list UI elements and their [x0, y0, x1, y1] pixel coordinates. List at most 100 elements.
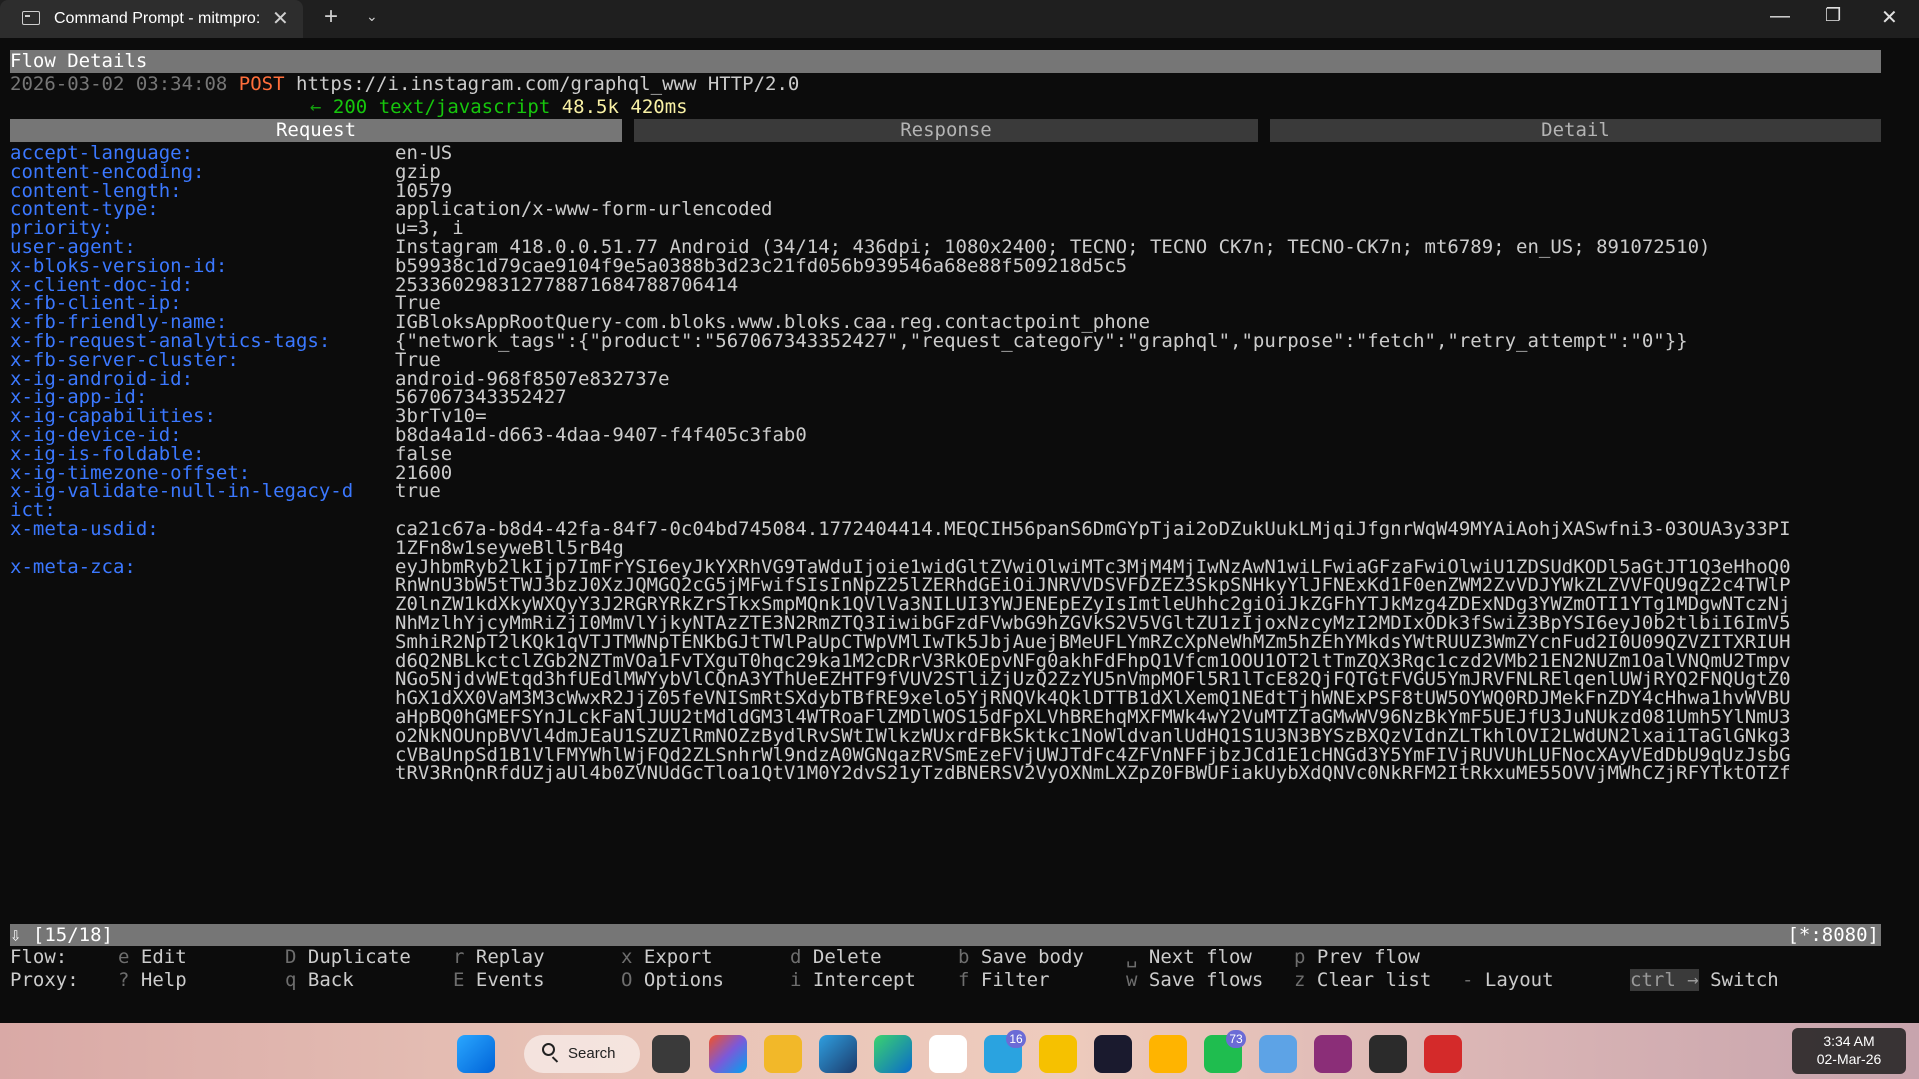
keybinding-layout: - Layout [1462, 969, 1554, 992]
keybinding-key: D [285, 946, 297, 968]
keybinding-description: Help [129, 969, 187, 991]
tab-request[interactable]: Request [10, 119, 622, 142]
keybinding-delete: d Delete [790, 946, 882, 969]
keybinding-duplicate: D Duplicate [285, 946, 411, 969]
keybinding-prev-flow: p Prev flow [1294, 946, 1420, 969]
keybinding-key: ? [118, 969, 130, 991]
minimize-button[interactable]: — [1770, 5, 1790, 28]
clock-time: 3:34 AM [1823, 1033, 1875, 1049]
microsoft-365-icon[interactable] [709, 1035, 747, 1073]
keybinding-replay: r Replay [453, 946, 545, 969]
windows-start-icon[interactable] [457, 1035, 495, 1073]
keybinding-description: Next flow [1137, 946, 1252, 968]
tab-title: Command Prompt - mitmpro: [54, 10, 261, 27]
command-prompt-icon [22, 11, 40, 25]
proxy-keys-label: Proxy: [10, 969, 79, 991]
keybinding-key: E [453, 969, 465, 991]
keybinding-key: ctrl → [1630, 969, 1699, 991]
tab-dropdown-icon[interactable]: ⌄ [366, 8, 378, 25]
keybinding-next-flow: ␣ Next flow [1126, 946, 1252, 969]
keybinding-key: b [958, 946, 970, 968]
keybinding-edit: e Edit [118, 946, 187, 969]
status-bar: ⇩ [15/18] [*:8080] [10, 924, 1881, 946]
clock-date: 02-Mar-26 [1816, 1051, 1882, 1067]
keybinding-key: w [1126, 969, 1138, 991]
keybinding-help: ? Help [118, 969, 187, 992]
keybinding-key: i [790, 969, 802, 991]
remote-desktop-icon[interactable] [1259, 1035, 1297, 1073]
edge-dev-icon[interactable] [819, 1035, 857, 1073]
flow-response-line: ← 200 text/javascript 48.5k 420ms [310, 96, 688, 119]
azure-icon[interactable] [1094, 1035, 1132, 1073]
keybinding-options: O Options [621, 969, 724, 992]
winrar-icon[interactable] [1314, 1035, 1352, 1073]
window-title-bar: Command Prompt - mitmpro: ✕ + ⌄ — ❐ ✕ [0, 0, 1919, 38]
microsoft-store-icon[interactable] [929, 1035, 967, 1073]
keybinding-description: Filter [969, 969, 1050, 991]
keybinding-description: Edit [129, 946, 187, 968]
flow-method: POST [238, 73, 285, 95]
whatsapp-unread-badge: 73 [1226, 1030, 1246, 1048]
response-status: 200 [332, 96, 368, 118]
keybinding-description: Switch [1698, 969, 1779, 991]
keybinding-description: Export [632, 946, 713, 968]
keybinding-key: x [621, 946, 633, 968]
keybinding-key: r [453, 946, 465, 968]
keybinding-description: Save flows [1137, 969, 1264, 991]
tab-response[interactable]: Response [634, 119, 1258, 142]
task-view-icon[interactable] [652, 1035, 690, 1073]
response-arrow-icon: ← [310, 96, 322, 118]
file-explorer-icon[interactable] [764, 1035, 802, 1073]
keybinding-key: - [1462, 969, 1474, 991]
keybinding-back: q Back [285, 969, 354, 992]
keybinding-description: Layout [1473, 969, 1554, 991]
response-content-type: text/javascript [378, 96, 551, 118]
mitmproxy-icon[interactable] [1424, 1035, 1462, 1073]
keybinding-key: e [118, 946, 130, 968]
app-launcher-icon[interactable] [1149, 1035, 1187, 1073]
keybinding-filter: f Filter [958, 969, 1050, 992]
response-size: 48.5k [561, 96, 619, 118]
maximize-button[interactable]: ❐ [1825, 5, 1841, 26]
taskbar-search[interactable]: Search [524, 1035, 640, 1073]
keybinding-key: d [790, 946, 802, 968]
keybinding-key: f [958, 969, 970, 991]
keybinding-description: Prev flow [1305, 946, 1420, 968]
keybinding-description: Events [464, 969, 545, 991]
keybinding-description: Save body [969, 946, 1084, 968]
keybinding-description: Clear list [1305, 969, 1432, 991]
flow-url: https://i.instagram.com/graphql_www HTTP… [296, 73, 800, 95]
keybinding-description: Intercept [801, 969, 916, 991]
keybinding-key: q [285, 969, 297, 991]
search-label: Search [568, 1045, 616, 1062]
keybinding-key: ␣ [1126, 946, 1138, 968]
close-window-button[interactable]: ✕ [1881, 5, 1898, 30]
keybinding-save-body: b Save body [958, 946, 1084, 969]
edge-icon[interactable] [874, 1035, 912, 1073]
keybinding-description: Duplicate [296, 946, 411, 968]
response-time: 420ms [630, 96, 688, 118]
keybinding-key: p [1294, 946, 1306, 968]
flow-details-header: Flow Details [10, 50, 1881, 73]
new-tab-button[interactable]: + [324, 3, 338, 31]
terminal-tab[interactable]: Command Prompt - mitmpro: ✕ [0, 0, 303, 38]
keybinding-key: z [1294, 969, 1306, 991]
terminal-content[interactable]: Flow Details 2026-03-02 03:34:08 POST ht… [0, 38, 1919, 1023]
keybinding-export: x Export [621, 946, 713, 969]
flow-summary-line: 2026-03-02 03:34:08 POST https://i.insta… [10, 73, 799, 96]
telegram-unread-badge: 16 [1006, 1030, 1026, 1048]
tab-close-button[interactable]: ✕ [272, 6, 289, 31]
keybinding-save-flows: w Save flows [1126, 969, 1263, 992]
system-clock[interactable]: 3:34 AM 02-Mar-26 [1792, 1028, 1906, 1074]
keybinding-events: E Events [453, 969, 545, 992]
proxy-listen-address: [*:8080] [1787, 924, 1879, 946]
keybinding-switch: ctrl → Switch [1630, 969, 1779, 992]
flow-timestamp: 2026-03-02 03:34:08 [10, 73, 228, 95]
terminal-icon[interactable] [1369, 1035, 1407, 1073]
flow-keys-label: Flow: [10, 946, 68, 968]
tab-detail[interactable]: Detail [1270, 119, 1881, 142]
keybinding-description: Options [632, 969, 724, 991]
search-icon [542, 1043, 555, 1056]
app-icon[interactable] [1039, 1035, 1077, 1073]
keybinding-description: Delete [801, 946, 882, 968]
